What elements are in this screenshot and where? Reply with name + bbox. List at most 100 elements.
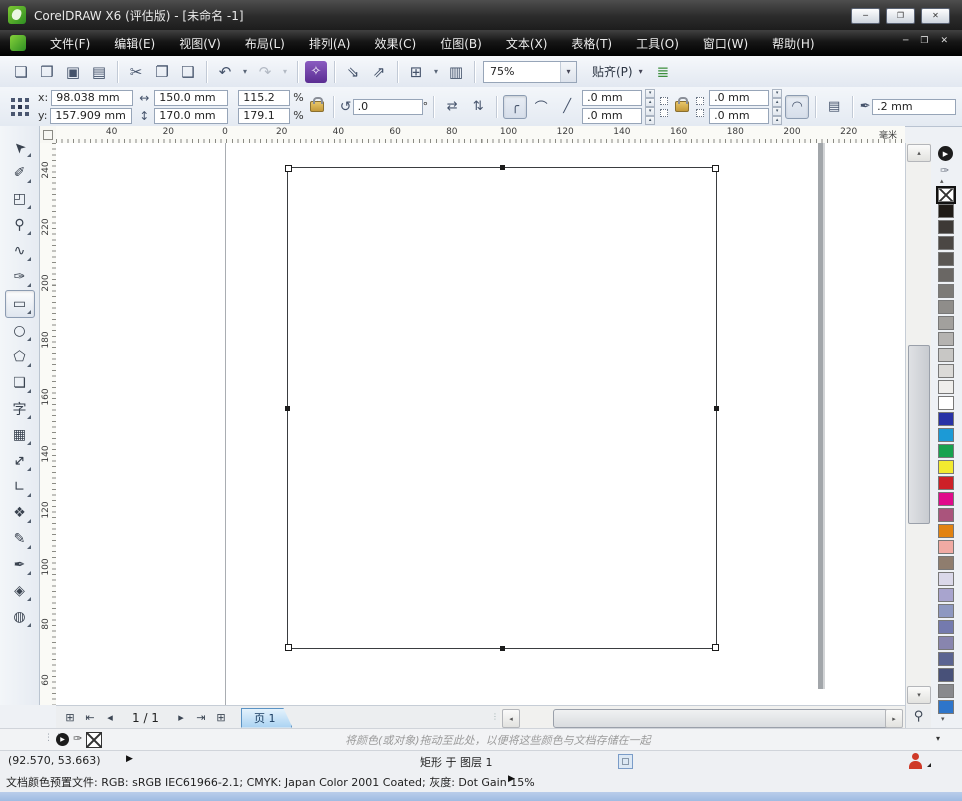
connector-tool[interactable]: ∟ (6, 474, 34, 500)
previous-page-icon[interactable]: ◂ (100, 711, 120, 724)
doc-minimize-button[interactable]: ─ (903, 36, 908, 46)
wrap-text-button[interactable]: ▤ (822, 95, 846, 119)
menu-item-edit[interactable]: 编辑(E) (102, 31, 167, 56)
palette-eyedropper-icon[interactable]: ✑ (940, 164, 949, 177)
ellipse-tool[interactable]: ○ (6, 318, 34, 344)
scale-h-field[interactable]: 115.2 (238, 90, 290, 106)
first-page-icon[interactable]: ⇤ (80, 711, 100, 724)
selection-handle-bottom-right[interactable] (712, 644, 719, 651)
undo-dropdown-icon[interactable]: ▾ (239, 61, 251, 83)
zoom-level-combo[interactable]: 75% ▾ (483, 61, 577, 83)
maximize-button[interactable]: ❐ (886, 8, 915, 24)
pick-tool[interactable]: ➤ (6, 134, 34, 160)
swatch-slate-blue[interactable] (938, 620, 954, 634)
menu-item-file[interactable]: 文件(F) (38, 31, 102, 56)
object-height-field[interactable]: 170.0 mm (154, 108, 228, 124)
document-palette-flyout-icon[interactable]: ▶ (56, 733, 69, 746)
corel-connect-icon[interactable]: ✧ (305, 61, 327, 83)
swatch-green[interactable] (938, 444, 954, 458)
scroll-left-icon[interactable]: ◂ (502, 709, 520, 728)
swatch-white[interactable] (938, 396, 954, 410)
drawn-rectangle[interactable] (287, 167, 717, 649)
swatch-pink[interactable] (938, 540, 954, 554)
round-corner-button[interactable]: ╭ (503, 95, 527, 119)
corner-radius-tl-field[interactable]: .0 mm (582, 90, 642, 106)
corner-select-left-icon[interactable] (660, 97, 668, 117)
color-proof-icon[interactable] (618, 754, 633, 769)
corner-bl-spinner[interactable]: ▾▴ (645, 107, 655, 125)
scale-v-field[interactable]: 179.1 (238, 108, 290, 124)
swatch-red[interactable] (938, 476, 954, 490)
document-palette-no-color-swatch[interactable] (86, 732, 102, 748)
swatch-gray-80[interactable] (938, 236, 954, 250)
chamfered-corner-button[interactable]: ╱ (555, 95, 579, 119)
swatch-no-color[interactable] (938, 188, 954, 202)
menu-item-effects[interactable]: 效果(C) (362, 31, 428, 56)
x-position-field[interactable]: 98.038 mm (51, 90, 133, 106)
horizontal-scroll-thumb[interactable] (553, 709, 892, 728)
paste-icon[interactable]: ❑ (176, 61, 200, 83)
swatch-rose[interactable] (938, 508, 954, 522)
smart-fill-tool[interactable]: ✑ (6, 264, 34, 290)
mirror-horizontal-icon[interactable]: ⇄ (440, 95, 464, 119)
palette-scroll-down-icon[interactable]: ▾ (941, 715, 945, 723)
swatch-blue-gray-light[interactable] (938, 604, 954, 618)
page-tab-1[interactable]: 页 1 (241, 708, 293, 728)
eyedropper-tool[interactable]: ✎ (6, 526, 34, 552)
corner-br-spinner[interactable]: ▾▴ (772, 107, 782, 125)
vertical-scrollbar[interactable]: ▴ ▾ (905, 143, 931, 705)
app-launcher-dropdown-icon[interactable]: ▾ (430, 61, 442, 83)
shape-tool[interactable]: ✐ (6, 160, 34, 186)
swatch-gray-40[interactable] (938, 300, 954, 314)
pan-zoom-icon[interactable]: ⚲ (905, 705, 931, 728)
vertical-scroll-thumb[interactable] (908, 345, 930, 524)
menu-item-view[interactable]: 视图(V) (167, 31, 233, 56)
zoom-level-value[interactable]: 75% (484, 65, 560, 78)
freehand-tool[interactable]: ∿ (6, 238, 34, 264)
blend-tool[interactable]: ❖ (6, 500, 34, 526)
horizontal-ruler[interactable]: 毫米 4020020406080100120140160180200220 (56, 126, 905, 144)
menu-item-bitmaps[interactable]: 位图(B) (428, 31, 494, 56)
swatch-navy-gray[interactable] (938, 668, 954, 682)
horizontal-scrollbar[interactable]: ◂ ▸ (500, 705, 905, 729)
selection-handle-top-left[interactable] (285, 165, 292, 172)
snap-to-dropdown[interactable]: 贴齐(P) ▾ (588, 61, 647, 82)
swatch-gray-20[interactable] (938, 332, 954, 346)
ruler-origin-corner[interactable] (40, 126, 57, 144)
save-icon[interactable]: ▣ (61, 61, 85, 83)
menu-item-help[interactable]: 帮助(H) (760, 31, 826, 56)
swatch-gray-30[interactable] (938, 316, 954, 330)
scroll-down-icon[interactable]: ▾ (907, 686, 931, 704)
minimize-button[interactable]: ─ (851, 8, 880, 24)
menu-item-arrange[interactable]: 排列(A) (297, 31, 363, 56)
swatch-gray-10[interactable] (938, 364, 954, 378)
object-width-field[interactable]: 150.0 mm (154, 90, 228, 106)
outline-width-field[interactable]: .2 mm (872, 99, 956, 115)
color-profile-expand-icon[interactable]: ▶ (508, 774, 515, 784)
mirror-vertical-icon[interactable]: ⇅ (466, 95, 490, 119)
swatch-orange[interactable] (938, 524, 954, 538)
selection-handle-top[interactable] (500, 165, 505, 170)
selection-handle-bottom-left[interactable] (285, 644, 292, 651)
import-icon[interactable]: ⇘ (341, 61, 365, 83)
undo-icon[interactable]: ↶ (213, 61, 237, 83)
relative-corner-scaling-button[interactable]: ◠ (785, 95, 809, 119)
swatch-lavender-light[interactable] (938, 572, 954, 586)
scale-lock-icon[interactable] (310, 101, 324, 112)
redo-dropdown-icon[interactable]: ▾ (279, 61, 291, 83)
copy-icon[interactable]: ❐ (150, 61, 174, 83)
interactive-fill-tool[interactable]: ◍ (6, 604, 34, 630)
cut-icon[interactable]: ✂ (124, 61, 148, 83)
swatch-gray-15[interactable] (938, 348, 954, 362)
swatch-blue-2[interactable] (938, 700, 954, 714)
scalloped-corner-button[interactable]: ⌒ (529, 95, 553, 119)
options-icon[interactable]: ≣ (657, 63, 670, 81)
scroll-up-icon[interactable]: ▴ (907, 144, 931, 162)
swatch-gray-70[interactable] (938, 252, 954, 266)
new-document-icon[interactable]: ❏ (9, 61, 33, 83)
crop-tool[interactable]: ◰ (6, 186, 34, 212)
swatch-gray-60[interactable] (938, 268, 954, 282)
corner-radius-bl-field[interactable]: .0 mm (582, 108, 642, 124)
welcome-screen-icon[interactable]: ▥ (444, 61, 468, 83)
selection-handle-bottom[interactable] (500, 646, 505, 651)
